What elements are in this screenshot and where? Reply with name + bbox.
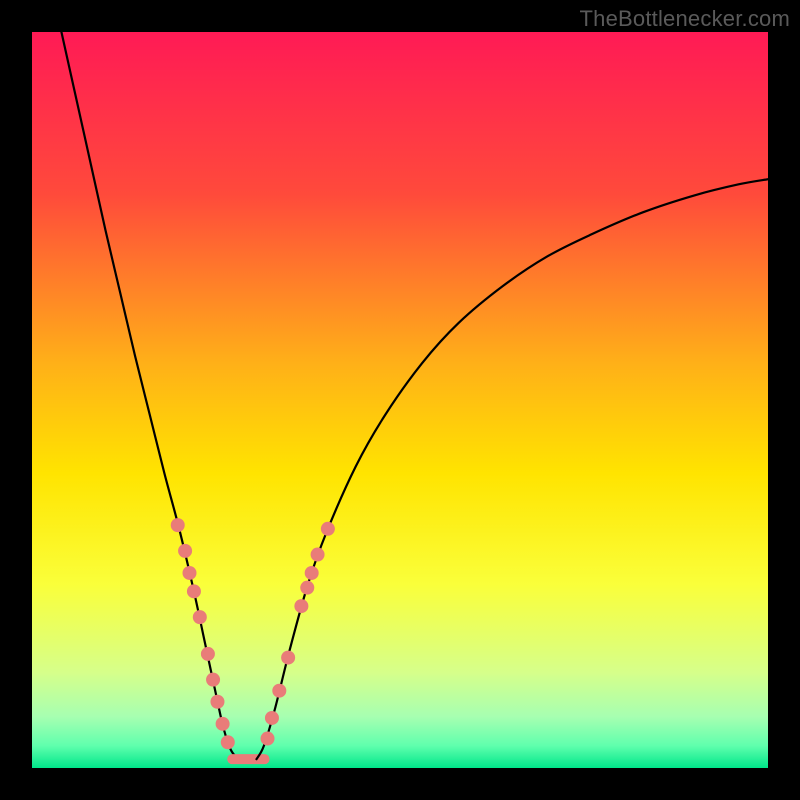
highlight-dot [187, 584, 201, 598]
bottleneck-chart-svg [32, 32, 768, 768]
highlight-dot [300, 581, 314, 595]
highlight-dot [311, 548, 325, 562]
highlight-dot [281, 651, 295, 665]
highlight-dot [201, 647, 215, 661]
highlight-dot [210, 695, 224, 709]
highlight-dot [294, 599, 308, 613]
highlight-dot [216, 717, 230, 731]
highlight-dot [206, 673, 220, 687]
highlight-dot [265, 711, 279, 725]
highlight-dot [305, 566, 319, 580]
highlight-dot [321, 522, 335, 536]
highlight-dot [221, 735, 235, 749]
highlight-dot [193, 610, 207, 624]
chart-frame: TheBottlenecker.com [0, 0, 800, 800]
gradient-background [32, 32, 768, 768]
watermark-text: TheBottlenecker.com [580, 6, 790, 32]
plot-area [32, 32, 768, 768]
highlight-dot [261, 732, 275, 746]
highlight-dot [178, 544, 192, 558]
highlight-dot [183, 566, 197, 580]
highlight-dot [272, 684, 286, 698]
highlight-dot [171, 518, 185, 532]
